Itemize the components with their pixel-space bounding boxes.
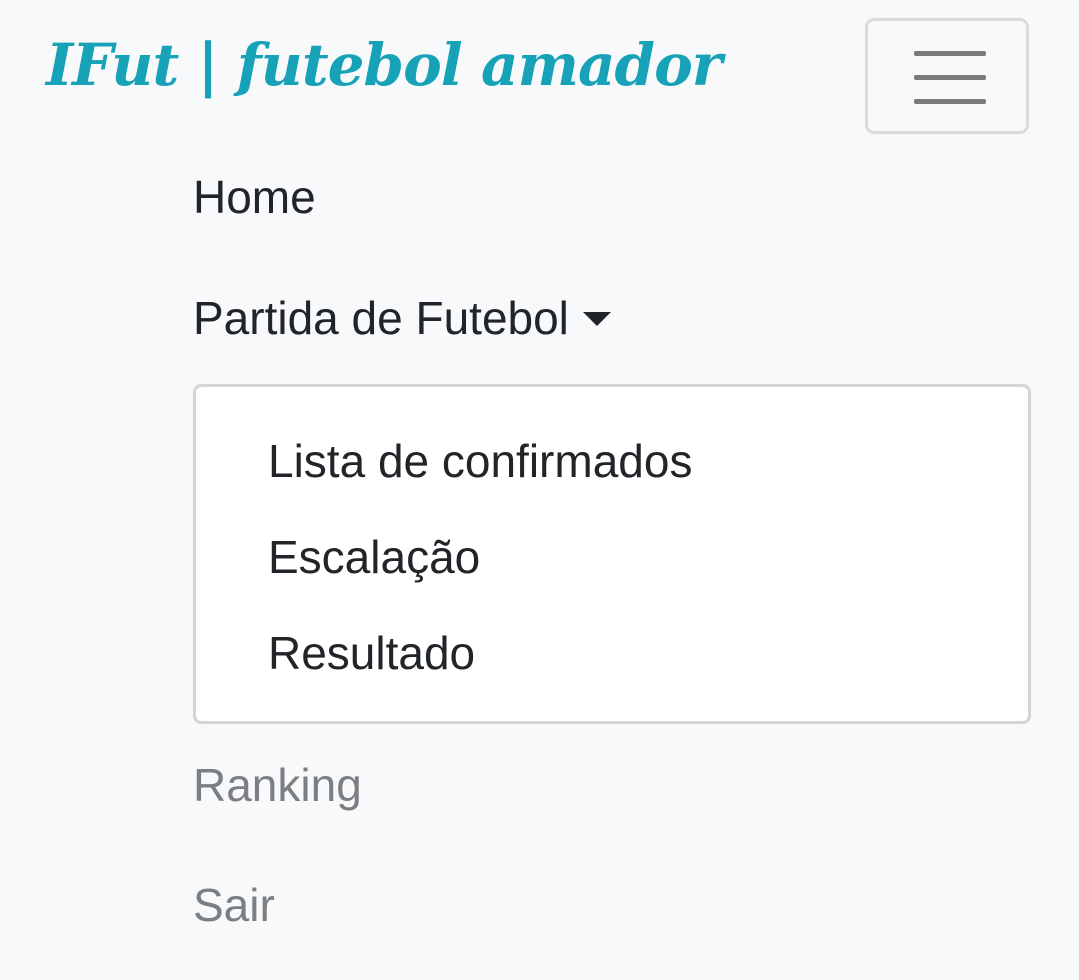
- hamburger-menu-icon-bar: [914, 99, 986, 104]
- navbar-toggler-button[interactable]: [865, 18, 1029, 134]
- nav-link-partida-de-futebol[interactable]: Partida de Futebol: [193, 295, 611, 341]
- caret-down-icon: [582, 312, 611, 326]
- nav-link-sair[interactable]: Sair: [193, 882, 275, 928]
- dropdown-menu-partida: Lista de confirmados Escalação Resultado: [193, 384, 1031, 724]
- hamburger-menu-icon: [914, 51, 986, 56]
- hamburger-menu-icon-bar: [914, 75, 986, 80]
- dropdown-item-lista-de-confirmados[interactable]: Lista de confirmados: [268, 438, 692, 484]
- nav-link-partida-label: Partida de Futebol: [193, 292, 569, 344]
- dropdown-item-escalacao[interactable]: Escalação: [268, 534, 480, 580]
- dropdown-item-resultado[interactable]: Resultado: [268, 630, 475, 676]
- brand-logo[interactable]: IFut | futebol amador: [46, 33, 722, 98]
- nav-link-ranking[interactable]: Ranking: [193, 762, 362, 808]
- nav-link-home[interactable]: Home: [193, 174, 316, 220]
